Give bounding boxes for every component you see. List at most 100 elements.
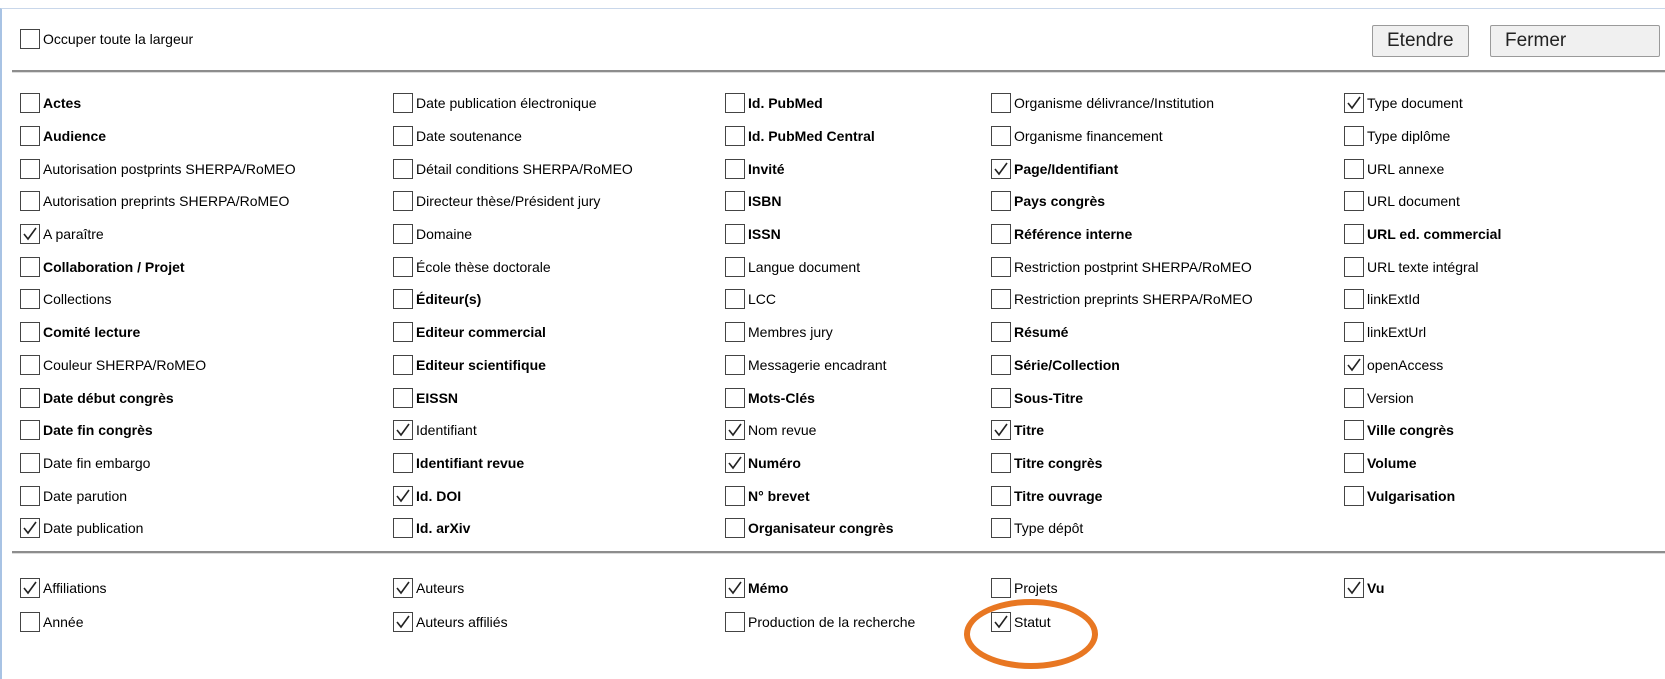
field-checkbox[interactable] xyxy=(991,256,1011,277)
field-checkbox[interactable] xyxy=(393,256,413,277)
field-option-date-fin-embargo[interactable]: Date fin embargo xyxy=(20,452,150,473)
field-option-memo[interactable]: Mémo xyxy=(725,578,788,598)
field-option-restriction-preprints-sherpa-romeo[interactable]: Restriction preprints SHERPA/RoMEO xyxy=(991,289,1253,310)
field-checkbox[interactable] xyxy=(991,354,1011,375)
field-checkbox[interactable] xyxy=(725,158,745,179)
field-option-volume[interactable]: Volume xyxy=(1344,452,1417,473)
field-checkbox[interactable] xyxy=(20,387,40,408)
field-checkbox[interactable] xyxy=(991,420,1011,441)
field-checkbox[interactable] xyxy=(1344,126,1364,147)
field-option-type-diplome[interactable]: Type diplôme xyxy=(1344,126,1450,147)
field-option-sous-titre[interactable]: Sous-Titre xyxy=(991,387,1083,408)
field-checkbox[interactable] xyxy=(725,518,745,539)
field-option-titre-congres[interactable]: Titre congrès xyxy=(991,452,1102,473)
field-checkbox[interactable] xyxy=(1344,224,1364,245)
field-checkbox[interactable] xyxy=(20,578,40,598)
field-option-invite[interactable]: Invité xyxy=(725,158,785,179)
field-checkbox[interactable] xyxy=(991,191,1011,212)
field-option-editeur-commercial[interactable]: Editeur commercial xyxy=(393,322,546,343)
field-option-id-doi[interactable]: Id. DOI xyxy=(393,485,461,506)
field-option-ville-congres[interactable]: Ville congrès xyxy=(1344,420,1454,441)
field-checkbox[interactable] xyxy=(1344,322,1364,343)
extend-button[interactable]: Etendre xyxy=(1372,25,1469,57)
field-option-collections[interactable]: Collections xyxy=(20,289,111,310)
field-option-type-depot[interactable]: Type dépôt xyxy=(991,518,1083,539)
field-checkbox[interactable] xyxy=(1344,452,1364,473)
field-checkbox[interactable] xyxy=(393,452,413,473)
field-checkbox[interactable] xyxy=(991,126,1011,147)
field-option-editeur-scientifique[interactable]: Editeur scientifique xyxy=(393,354,546,375)
field-checkbox[interactable] xyxy=(991,322,1011,343)
field-option-affiliations[interactable]: Affiliations xyxy=(20,578,107,598)
field-option-ecole-these-doctorale[interactable]: École thèse doctorale xyxy=(393,256,551,277)
field-checkbox[interactable] xyxy=(20,354,40,375)
field-checkbox[interactable] xyxy=(393,191,413,212)
field-checkbox[interactable] xyxy=(20,93,40,114)
field-option-vulgarisation[interactable]: Vulgarisation xyxy=(1344,485,1455,506)
field-checkbox[interactable] xyxy=(725,126,745,147)
field-option-mots-cles[interactable]: Mots-Clés xyxy=(725,387,815,408)
field-checkbox[interactable] xyxy=(393,126,413,147)
field-checkbox[interactable] xyxy=(393,322,413,343)
field-option-version[interactable]: Version xyxy=(1344,387,1414,408)
field-option-messagerie-encadrant[interactable]: Messagerie encadrant xyxy=(725,354,887,375)
field-checkbox[interactable] xyxy=(1344,578,1364,598)
field-option-vu[interactable]: Vu xyxy=(1344,578,1384,598)
field-checkbox[interactable] xyxy=(393,158,413,179)
field-checkbox[interactable] xyxy=(725,485,745,506)
field-option-autorisation-postprints-sherpa-romeo[interactable]: Autorisation postprints SHERPA/RoMEO xyxy=(20,158,296,179)
field-option-actes[interactable]: Actes xyxy=(20,93,81,114)
field-option-date-fin-congres[interactable]: Date fin congrès xyxy=(20,420,153,441)
field-option-a-paraitre[interactable]: A paraître xyxy=(20,224,104,245)
field-option-page-identifiant[interactable]: Page/Identifiant xyxy=(991,158,1118,179)
field-option-date-debut-congres[interactable]: Date début congrès xyxy=(20,387,174,408)
field-option-organisme-delivrance-institution[interactable]: Organisme délivrance/Institution xyxy=(991,93,1214,114)
field-option-resume[interactable]: Résumé xyxy=(991,322,1068,343)
field-option-auteurs[interactable]: Auteurs xyxy=(393,578,464,598)
field-checkbox[interactable] xyxy=(1344,420,1364,441)
field-option-identifiant[interactable]: Identifiant xyxy=(393,420,477,441)
field-option-domaine[interactable]: Domaine xyxy=(393,224,472,245)
field-option-nom-revue[interactable]: Nom revue xyxy=(725,420,816,441)
field-checkbox[interactable] xyxy=(725,191,745,212)
field-option-id-pubmed-central[interactable]: Id. PubMed Central xyxy=(725,126,875,147)
field-checkbox[interactable] xyxy=(1344,387,1364,408)
full-width-option[interactable]: Occuper toute la largeur xyxy=(20,29,193,49)
field-checkbox[interactable] xyxy=(393,93,413,114)
field-option-type-document[interactable]: Type document xyxy=(1344,93,1463,114)
field-checkbox[interactable] xyxy=(1344,256,1364,277)
field-option-organisme-financement[interactable]: Organisme financement xyxy=(991,126,1163,147)
field-option-url-texte-integral[interactable]: URL texte intégral xyxy=(1344,256,1479,277)
field-option-titre[interactable]: Titre xyxy=(991,420,1044,441)
field-checkbox[interactable] xyxy=(991,485,1011,506)
field-checkbox[interactable] xyxy=(20,452,40,473)
field-option-lcc[interactable]: LCC xyxy=(725,289,776,310)
field-checkbox[interactable] xyxy=(725,289,745,310)
field-checkbox[interactable] xyxy=(991,518,1011,539)
close-button[interactable]: Fermer xyxy=(1490,25,1660,57)
field-checkbox[interactable] xyxy=(991,612,1011,632)
field-option-numero[interactable]: Numéro xyxy=(725,452,801,473)
field-checkbox[interactable] xyxy=(393,612,413,632)
field-option-langue-document[interactable]: Langue document xyxy=(725,256,860,277)
field-option-date-parution[interactable]: Date parution xyxy=(20,485,127,506)
field-option-date-soutenance[interactable]: Date soutenance xyxy=(393,126,522,147)
field-option-detail-conditions-sherpa-romeo[interactable]: Détail conditions SHERPA/RoMEO xyxy=(393,158,633,179)
field-checkbox[interactable] xyxy=(393,485,413,506)
field-option-organisateur-congres[interactable]: Organisateur congrès xyxy=(725,518,894,539)
field-checkbox[interactable] xyxy=(20,612,40,632)
field-checkbox[interactable] xyxy=(725,256,745,277)
field-checkbox[interactable] xyxy=(1344,93,1364,114)
field-checkbox[interactable] xyxy=(991,93,1011,114)
field-checkbox[interactable] xyxy=(1344,158,1364,179)
field-option-reference-interne[interactable]: Référence interne xyxy=(991,224,1132,245)
field-checkbox[interactable] xyxy=(1344,191,1364,212)
field-checkbox[interactable] xyxy=(1344,354,1364,375)
field-checkbox[interactable] xyxy=(725,578,745,598)
field-option-directeur-these-president-jury[interactable]: Directeur thèse/Président jury xyxy=(393,191,600,212)
field-checkbox[interactable] xyxy=(393,224,413,245)
field-checkbox[interactable] xyxy=(20,126,40,147)
field-option-restriction-postprint-sherpa-romeo[interactable]: Restriction postprint SHERPA/RoMEO xyxy=(991,256,1252,277)
field-option-eissn[interactable]: EISSN xyxy=(393,387,458,408)
field-checkbox[interactable] xyxy=(20,420,40,441)
